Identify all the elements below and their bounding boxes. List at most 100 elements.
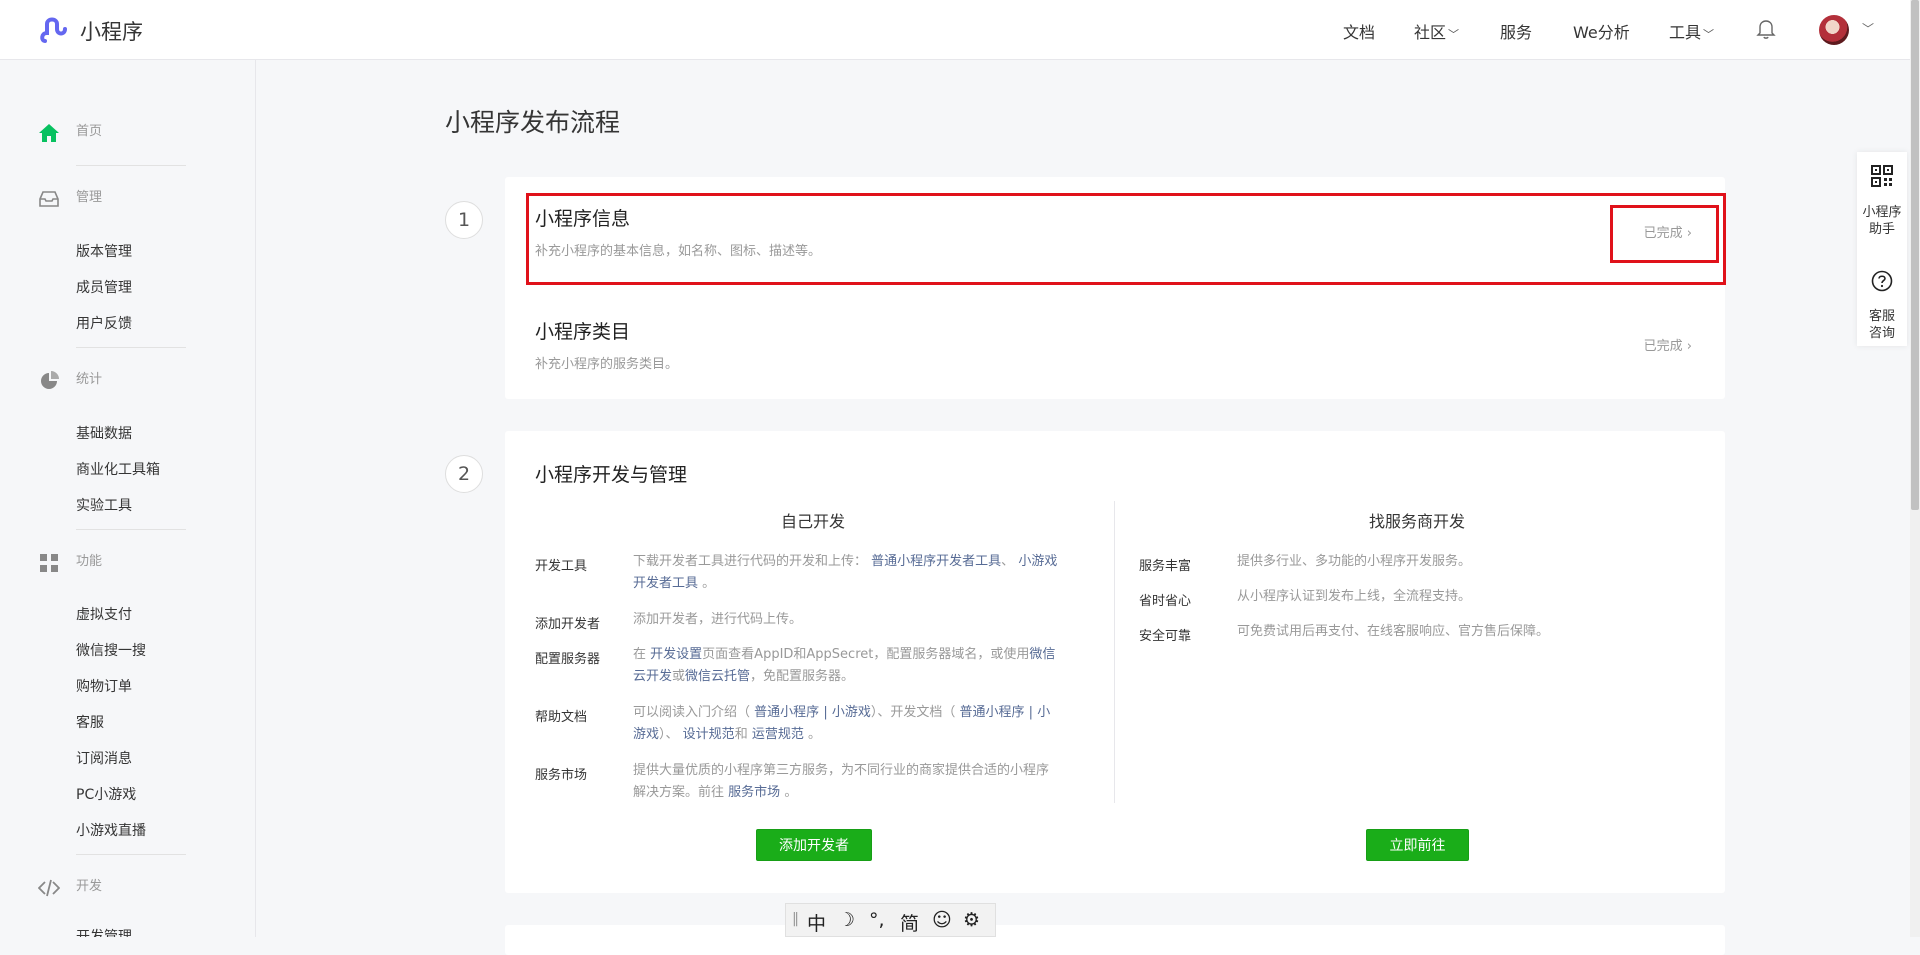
add-developer-button[interactable]: 添加开发者 bbox=[756, 829, 872, 861]
add-dev-label: 添加开发者 bbox=[535, 617, 601, 632]
text: 小程序 bbox=[1862, 205, 1902, 220]
notification-bell-icon[interactable] bbox=[1756, 18, 1776, 40]
server-config-label: 配置服务器 bbox=[535, 652, 601, 667]
link-cloud-dev[interactable]: 微信 bbox=[1029, 647, 1055, 662]
help-question-icon bbox=[1871, 270, 1893, 292]
sidebar-item-shopping-orders[interactable]: 购物订单 bbox=[76, 676, 132, 696]
sidebar-item-version-management[interactable]: 版本管理 bbox=[76, 241, 132, 261]
sidebar-item-basic-data[interactable]: 基础数据 bbox=[76, 423, 132, 443]
text: ，免配置服务器。 bbox=[750, 669, 855, 684]
vendor-item-text: 从小程序认证到发布上线，全流程支持。 bbox=[1237, 589, 1472, 604]
vendor-item-text: 可免费试用后再支付、在线客服响应、官方售后保障。 bbox=[1237, 624, 1550, 639]
sidebar-item-user-feedback[interactable]: 用户反馈 bbox=[76, 313, 132, 333]
miniprogram-category-status[interactable]: 已完成 › bbox=[1644, 335, 1692, 354]
step1-card: 小程序信息 补充小程序的基本信息，如名称、图标、描述等。 已完成 › 小程序类目… bbox=[505, 177, 1726, 399]
link-cloud-dev[interactable]: 云开发 bbox=[633, 669, 672, 684]
help-docs-text: 可以阅读入门介绍（ 普通小程序 | 小游戏）、开发文档（ 普通小程序 | 小游戏… bbox=[633, 702, 1093, 746]
sidebar-item-member-management[interactable]: 成员管理 bbox=[76, 277, 132, 297]
sidebar-item-dev-management[interactable]: 开发管理 bbox=[76, 926, 132, 937]
text: 客服 bbox=[1868, 309, 1895, 324]
app-name[interactable]: 小程序 bbox=[80, 16, 143, 46]
link-design-guidelines[interactable]: 设计规范 bbox=[683, 727, 735, 742]
step-number-2: 2 bbox=[445, 455, 483, 493]
divider bbox=[76, 347, 186, 348]
chevron-down-icon: ﹀ bbox=[1703, 28, 1715, 41]
sidebar-item-experiment-tools[interactable]: 实验工具 bbox=[76, 495, 132, 515]
dev-management-title: 小程序开发与管理 bbox=[535, 464, 688, 486]
emoji-icon[interactable]: ☺ bbox=[932, 909, 952, 931]
nav-tools[interactable]: 工具 ﹀ bbox=[1669, 19, 1714, 43]
page-title: 小程序发布流程 bbox=[445, 108, 621, 137]
right-float-toolbar: 小程序 助手 客服咨询 bbox=[1857, 152, 1907, 346]
ime-punctuation-toggle[interactable]: °, bbox=[869, 909, 885, 931]
chevron-down-icon: ﹀ bbox=[1448, 28, 1460, 41]
text: 。 bbox=[808, 727, 822, 742]
link-docs-minigame[interactable]: 游戏 bbox=[633, 727, 659, 742]
gear-icon[interactable]: ⚙ bbox=[963, 909, 980, 931]
link-cloud-hosting[interactable]: 微信云托管 bbox=[685, 669, 750, 684]
dev-tools-text: 下载开发者工具进行代码的开发和上传： 普通小程序开发者工具、 小游戏 开发者工具 … bbox=[633, 551, 1093, 595]
customer-service-button[interactable]: 客服 咨询 bbox=[1857, 308, 1907, 342]
link-intro-miniprogram[interactable]: 普通小程序 bbox=[754, 705, 819, 720]
link-miniprogram-devtools[interactable]: 普通小程序开发者工具 bbox=[871, 554, 1001, 569]
service-market-label: 服务市场 bbox=[535, 768, 588, 783]
self-dev-heading: 自己开发 bbox=[780, 512, 845, 531]
dev-tools-label: 开发工具 bbox=[535, 559, 588, 574]
qr-code-icon bbox=[1871, 165, 1893, 187]
column-divider bbox=[1114, 501, 1115, 803]
sidebar-item-wechat-search[interactable]: 微信搜一搜 bbox=[76, 640, 146, 660]
vendor-item-text: 提供多行业、多功能的小程序开发服务。 bbox=[1237, 554, 1472, 569]
link-service-market[interactable]: 服务市场 bbox=[728, 785, 780, 800]
vendor-item-label: 省时省心 bbox=[1139, 594, 1192, 609]
text: 提供大量优质的小程序第三方服务，为不同行业的商家提供合适的小程序 bbox=[633, 763, 1050, 778]
miniprogram-assistant-button[interactable]: 小程序 助手 bbox=[1857, 204, 1907, 238]
drag-handle-icon[interactable]: ‖ bbox=[792, 911, 799, 927]
sidebar-item-pc-minigame[interactable]: PC小游戏 bbox=[76, 784, 136, 804]
text: 页面查看AppID和AppSecret，配置服务器域名，或使用 bbox=[702, 647, 1030, 662]
chevron-down-icon[interactable]: ﹀ bbox=[1862, 20, 1874, 37]
text: 。 bbox=[702, 576, 716, 591]
sidebar-item-virtual-payment[interactable]: 虚拟支付 bbox=[76, 604, 132, 624]
nav-docs[interactable]: 文档 bbox=[1343, 19, 1375, 43]
separator: | bbox=[823, 705, 828, 720]
sidebar-item-commerce-toolbox[interactable]: 商业化工具箱 bbox=[76, 459, 160, 479]
scrollbar-thumb[interactable] bbox=[1911, 0, 1919, 510]
link-intro-minigame[interactable]: 小游戏 bbox=[832, 705, 871, 720]
link-docs-minigame[interactable]: 小 bbox=[1037, 705, 1050, 720]
chevron-right-icon: › bbox=[1686, 339, 1692, 354]
step2-card: 小程序开发与管理 自己开发 找服务商开发 开发工具 下载开发者工具进行代码的开发… bbox=[505, 431, 1725, 893]
miniprogram-category-desc: 补充小程序的服务类目。 bbox=[535, 357, 679, 372]
nav-services[interactable]: 服务 bbox=[1500, 19, 1532, 43]
text: 。 bbox=[784, 785, 798, 800]
miniprogram-category-title: 小程序类目 bbox=[535, 321, 631, 343]
text: 咨询 bbox=[1868, 326, 1895, 341]
text: 下载开发者工具进行代码的开发和上传： bbox=[633, 554, 868, 569]
highlight-box-info-row bbox=[526, 193, 1726, 285]
text: ）、开发文档（ bbox=[870, 705, 956, 720]
moon-icon[interactable]: ☽ bbox=[838, 909, 855, 931]
text: 和 bbox=[734, 727, 748, 742]
service-market-text: 提供大量优质的小程序第三方服务，为不同行业的商家提供合适的小程序 解决方案。前往 … bbox=[633, 760, 1093, 804]
inbox-icon bbox=[39, 191, 59, 207]
ime-script-toggle[interactable]: 简 bbox=[900, 909, 919, 936]
sidebar-section-development-label: 开发 bbox=[76, 879, 103, 894]
ime-mode-toggle[interactable]: 中 bbox=[807, 909, 826, 936]
link-docs-miniprogram[interactable]: 普通小程序 bbox=[960, 705, 1025, 720]
nav-docs-label: 文档 bbox=[1343, 23, 1376, 42]
go-now-button[interactable]: 立即前往 bbox=[1366, 829, 1469, 861]
vendor-dev-heading: 找服务商开发 bbox=[1368, 512, 1465, 531]
nav-community[interactable]: 社区 ﹀ bbox=[1414, 19, 1459, 43]
link-minigame-devtools[interactable]: 开发者工具 bbox=[633, 576, 698, 591]
miniprogram-logo-icon[interactable] bbox=[39, 15, 70, 45]
user-avatar[interactable] bbox=[1819, 15, 1849, 45]
sidebar-item-customer-service[interactable]: 客服 bbox=[76, 712, 104, 732]
sidebar-item-minigame-live[interactable]: 小游戏直播 bbox=[76, 820, 146, 840]
server-config-text: 在 开发设置页面查看AppID和AppSecret，配置服务器域名，或使用微信云… bbox=[633, 644, 1093, 688]
sidebar-item-subscription-messages[interactable]: 订阅消息 bbox=[76, 748, 132, 768]
link-operation-guidelines[interactable]: 运营规范 bbox=[752, 727, 804, 742]
text: 可以阅读入门介绍（ bbox=[633, 705, 751, 720]
link-dev-settings[interactable]: 开发设置 bbox=[650, 647, 702, 662]
top-navigation-bar: 小程序 文档 社区 ﹀ 服务 We分析 工具 ﹀ ﹀ bbox=[0, 0, 1920, 60]
nav-we-analytics[interactable]: We分析 bbox=[1573, 19, 1630, 43]
link-minigame-devtools[interactable]: 小游戏 bbox=[1018, 554, 1057, 569]
